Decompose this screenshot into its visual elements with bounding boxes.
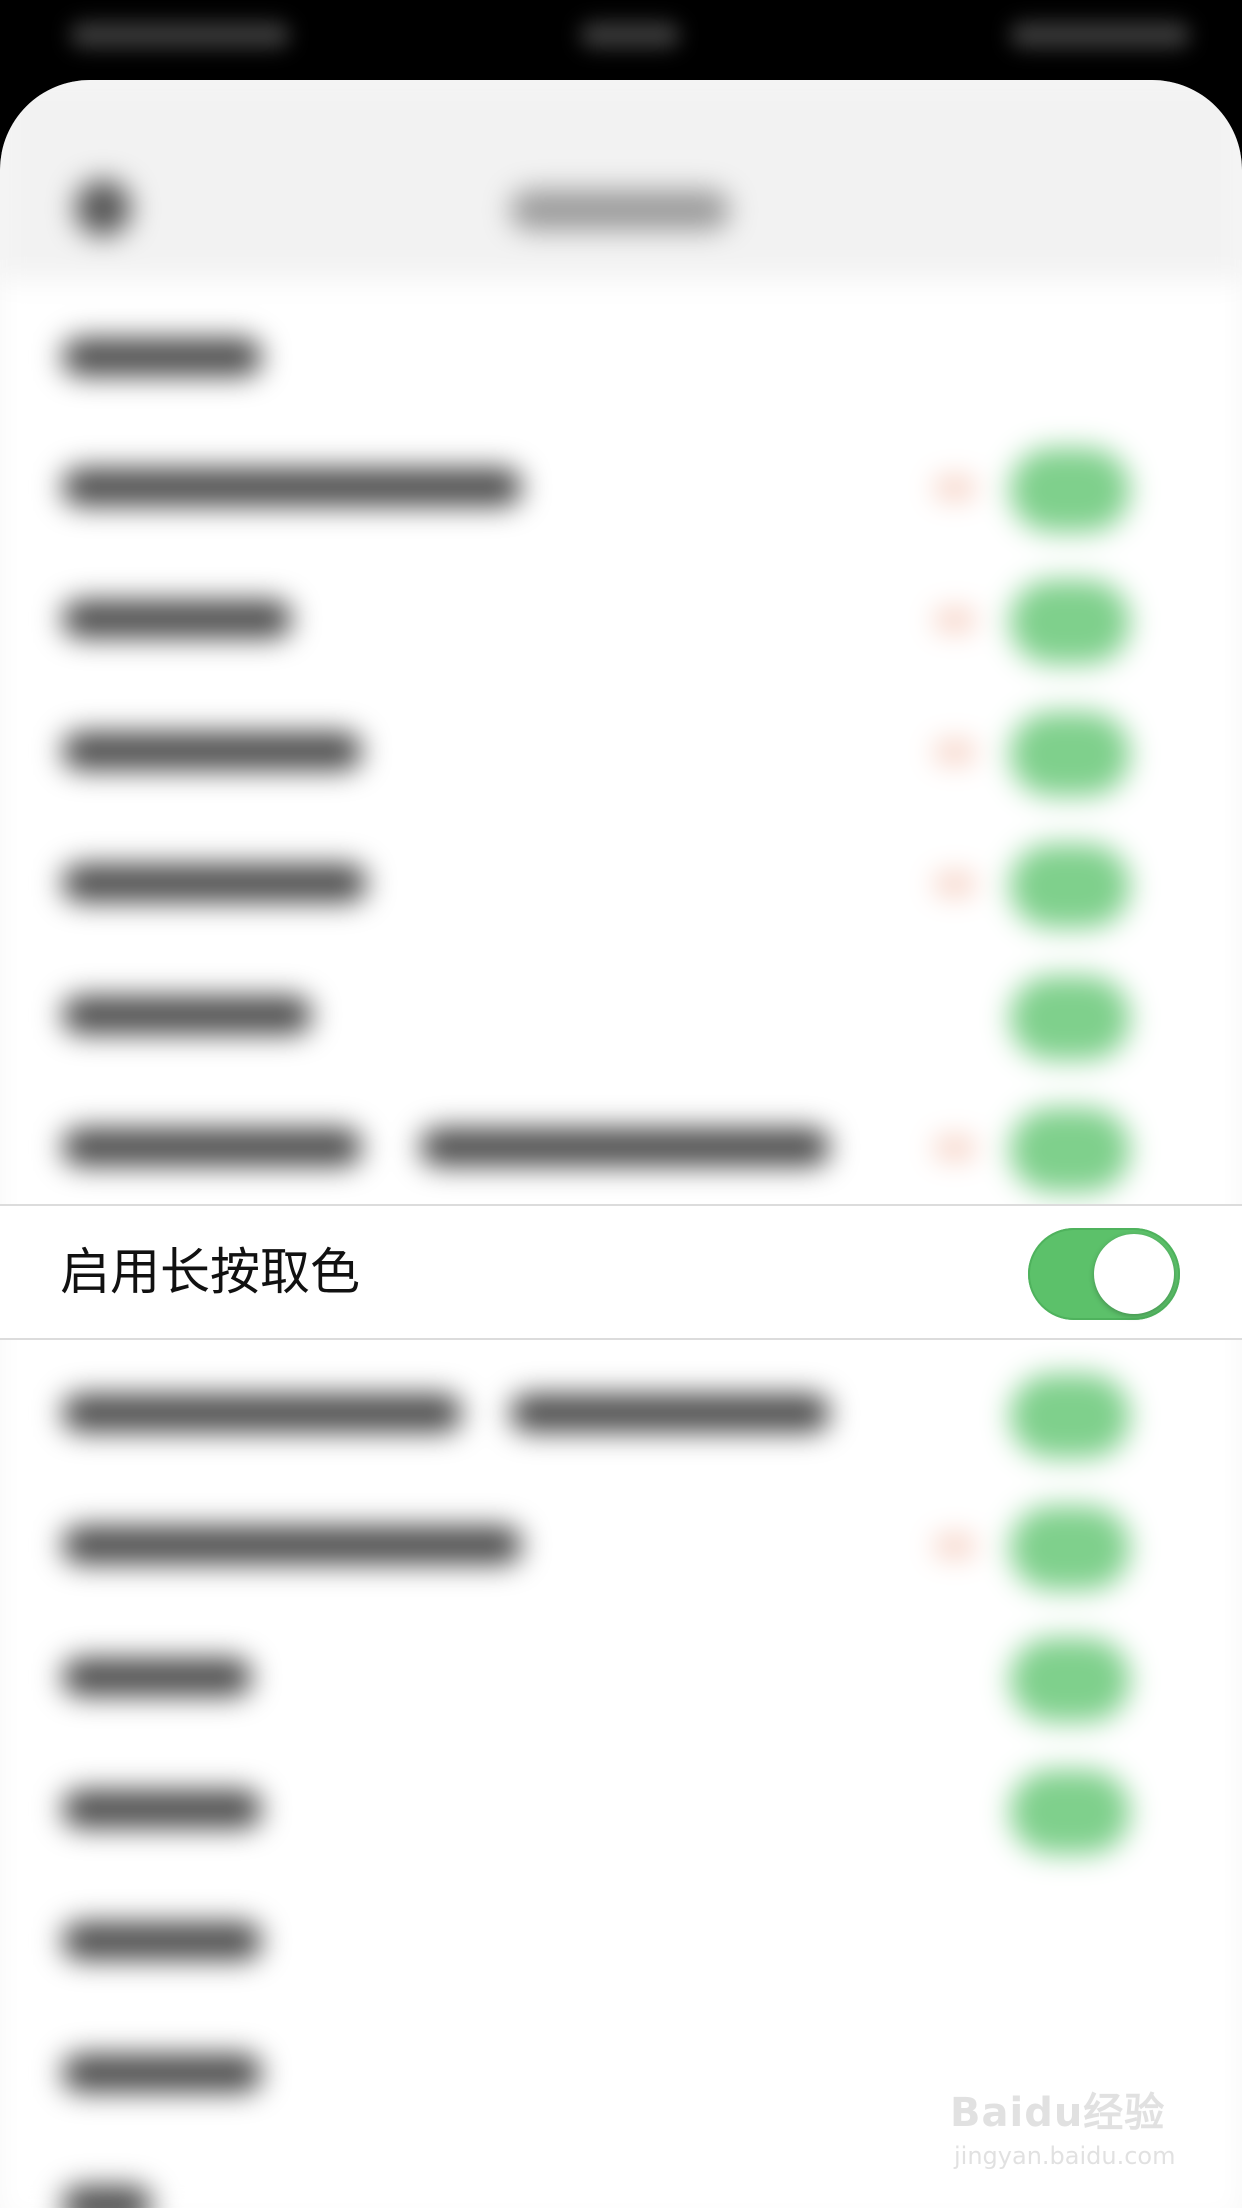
status-bar <box>0 0 1242 90</box>
list-item[interactable] <box>0 1742 1242 1874</box>
list-item-label <box>62 1394 462 1432</box>
toggle-switch[interactable] <box>1010 448 1130 532</box>
new-badge <box>935 874 975 894</box>
list-item-label <box>62 1128 362 1166</box>
new-badge <box>935 1138 975 1158</box>
status-time <box>580 22 680 48</box>
blurred-background-content <box>0 80 1242 2208</box>
list-item-label <box>62 732 362 770</box>
toggle-switch[interactable] <box>1010 1374 1130 1458</box>
settings-item-long-press-color-pick[interactable]: 启用长按取色 <box>0 1204 1242 1340</box>
list-item[interactable] <box>0 684 1242 816</box>
list-item[interactable] <box>0 1478 1242 1610</box>
toggle-switch[interactable] <box>1010 1770 1130 1854</box>
toggle-switch[interactable] <box>1010 1108 1130 1192</box>
list-item-label <box>62 600 292 638</box>
new-badge <box>935 610 975 630</box>
page-title <box>510 190 730 230</box>
list-item-label <box>62 2054 262 2092</box>
settings-item-label: 启用长按取色 <box>60 1243 360 1301</box>
toggle-switch[interactable] <box>1010 844 1130 928</box>
list-item[interactable] <box>0 1080 1242 1212</box>
new-badge <box>935 478 975 498</box>
list-item-label <box>62 468 522 506</box>
baidu-paw-icon: Baidu经验 <box>950 2090 1166 2136</box>
list-item[interactable] <box>0 1874 1242 2006</box>
new-badge <box>935 742 975 762</box>
list-item[interactable] <box>0 290 1242 422</box>
list-item[interactable] <box>0 1610 1242 1742</box>
list-item-label <box>420 1128 830 1166</box>
list-item-label <box>62 1790 262 1828</box>
list-item[interactable] <box>0 816 1242 948</box>
settings-sheet: 启用长按取色 <box>0 80 1242 2208</box>
status-battery <box>1010 22 1190 48</box>
new-badge <box>935 1536 975 1556</box>
toggle-switch[interactable] <box>1010 712 1130 796</box>
list-item-label <box>62 1526 522 1564</box>
list-item[interactable] <box>0 1346 1242 1478</box>
toggle-knob <box>1094 1234 1174 1314</box>
baidu-jingyan-watermark: Baidu经验 jingyan.baidu.com <box>950 2080 1190 2190</box>
list-item-label <box>62 2186 152 2208</box>
toggle-switch[interactable] <box>1010 1638 1130 1722</box>
long-press-color-toggle[interactable] <box>1028 1228 1180 1320</box>
back-icon[interactable] <box>75 180 131 236</box>
list-item[interactable] <box>0 948 1242 1080</box>
list-item-label <box>62 1922 262 1960</box>
toggle-switch[interactable] <box>1010 580 1130 664</box>
list-item-label <box>510 1394 830 1432</box>
status-carrier <box>70 22 290 48</box>
list-item-label <box>62 338 262 376</box>
navigation-bar <box>0 80 1242 280</box>
list-item-label <box>62 864 367 902</box>
toggle-switch[interactable] <box>1010 1506 1130 1590</box>
list-item[interactable] <box>0 552 1242 684</box>
phone-screen: 启用长按取色 Baidu经验 jingyan.baidu.com <box>0 0 1242 2208</box>
toggle-switch[interactable] <box>1010 976 1130 1060</box>
list-item-label <box>62 996 312 1034</box>
list-item-label <box>62 1658 252 1696</box>
list-item[interactable] <box>0 420 1242 552</box>
watermark-url: jingyan.baidu.com <box>954 2142 1176 2170</box>
